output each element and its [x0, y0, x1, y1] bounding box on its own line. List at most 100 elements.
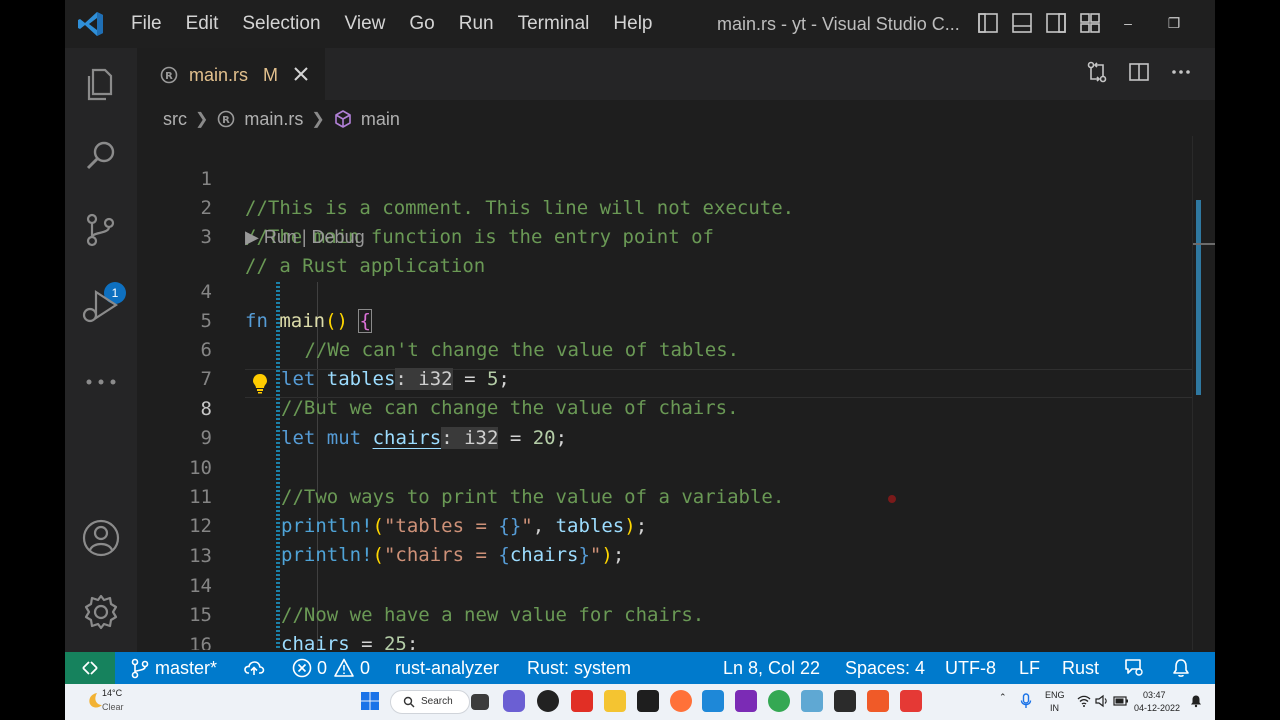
encoding[interactable]: UTF-8 [945, 652, 996, 684]
run-debug-icon[interactable] [79, 284, 123, 328]
firefox-icon[interactable] [670, 690, 692, 712]
menu-run[interactable]: Run [447, 0, 506, 48]
tab-bar: R main.rs M [137, 48, 1215, 101]
explorer-icon[interactable] [79, 62, 123, 106]
error-count[interactable]: 0 [317, 652, 327, 684]
clock-time[interactable]: 03:47 [1143, 690, 1166, 700]
source-control-icon[interactable] [79, 208, 123, 252]
tab-main-rs[interactable]: R main.rs M [137, 48, 325, 101]
git-branch[interactable]: master* [155, 652, 217, 684]
code-line: 1 //This is a comment. This line will no… [137, 136, 1197, 219]
toggle-panel-icon[interactable] [1011, 12, 1033, 34]
accounts-icon[interactable] [79, 516, 123, 560]
code-line: 5 //We can't change the value of tables. [137, 278, 1197, 361]
input-language[interactable]: ENG [1045, 690, 1065, 700]
rust-toolchain[interactable]: Rust: system [527, 652, 631, 684]
file-explorer-icon[interactable] [604, 690, 626, 712]
language-mode[interactable]: Rust [1062, 652, 1099, 684]
more-actions-icon[interactable] [1169, 60, 1193, 84]
menu-file[interactable]: File [119, 0, 174, 48]
minimize-button[interactable]: – [1117, 12, 1139, 34]
search-icon[interactable] [79, 134, 123, 178]
indentation[interactable]: Spaces: 4 [845, 652, 925, 684]
weather-description: Clear [102, 702, 124, 712]
toggle-primary-sidebar-icon[interactable] [977, 12, 999, 34]
window-controls: – ❐ ✕ [1117, 12, 1215, 34]
layout-controls [977, 12, 1101, 34]
activity-bar: 1 [65, 48, 137, 652]
remote-indicator[interactable] [65, 652, 115, 684]
menu-view[interactable]: View [333, 0, 398, 48]
microphone-icon[interactable] [1019, 693, 1033, 709]
notification-center-icon[interactable] [1189, 694, 1203, 708]
end-of-line[interactable]: LF [1019, 652, 1040, 684]
taskbar-search-box[interactable]: Search [390, 690, 470, 714]
close-window-button[interactable]: ✕ [1209, 12, 1215, 34]
notifications-bell-icon[interactable] [1170, 657, 1192, 679]
app-icon-orange[interactable] [867, 690, 889, 712]
breadcrumb-file[interactable]: main.rs [244, 109, 303, 130]
windows-start-icon[interactable] [359, 690, 381, 712]
toggle-secondary-sidebar-icon[interactable] [1045, 12, 1067, 34]
volume-icon[interactable] [1095, 694, 1109, 708]
vscode-logo-icon [78, 12, 103, 36]
menu-edit[interactable]: Edit [174, 0, 231, 48]
more-icon[interactable] [79, 360, 123, 404]
open-changes-icon[interactable] [1085, 60, 1109, 84]
battery-icon[interactable] [1113, 695, 1129, 707]
settings-gear-icon[interactable] [79, 590, 123, 634]
rust-file-icon: R [218, 110, 235, 128]
scrollbar-thumb[interactable] [1196, 200, 1201, 395]
modified-indicator: M [263, 65, 278, 85]
chevron-right-icon: ❯ [195, 111, 209, 128]
customize-layout-icon[interactable] [1079, 12, 1101, 34]
chrome-icon[interactable] [768, 690, 790, 712]
split-editor-icon[interactable] [1127, 60, 1151, 84]
run-debug-codelens[interactable]: ▶ Run | Debug [245, 224, 365, 250]
line-number: 3 [200, 226, 212, 248]
code-line: 14 //Now we have a new value for chairs. [137, 543, 1197, 626]
restore-button[interactable]: ❐ [1163, 12, 1185, 34]
code-line: 7 //But we can change the value of chair… [137, 336, 1197, 419]
menu-terminal[interactable]: Terminal [506, 0, 602, 48]
sync-cloud-icon[interactable] [243, 657, 265, 679]
acrobat-reader-icon[interactable] [571, 690, 593, 712]
close-tab-icon[interactable] [290, 63, 312, 85]
app-icon-purple[interactable] [735, 690, 757, 712]
command-prompt-icon[interactable] [834, 690, 856, 712]
teams-chat-icon[interactable] [503, 690, 525, 712]
breadcrumb-symbol[interactable]: main [361, 109, 400, 130]
overview-ruler-cursor [1193, 243, 1215, 245]
tray-chevron-up-icon[interactable]: ⌃ [999, 692, 1007, 703]
code-line: 15 chairs = 25; [137, 572, 1197, 650]
notepad-icon[interactable] [801, 690, 823, 712]
warning-icon [334, 658, 354, 677]
code-line: 10 //Two ways to print the value of a va… [137, 425, 1197, 508]
code-line: 16 [137, 602, 1197, 650]
rust-analyzer-status[interactable]: rust-analyzer [395, 652, 499, 684]
vscode-taskbar-icon[interactable] [702, 690, 724, 712]
menu-selection[interactable]: Selection [230, 0, 332, 48]
terminal-app-icon[interactable] [637, 690, 659, 712]
code-editor[interactable]: 1 //This is a comment. This line will no… [137, 136, 1197, 650]
media-player-icon[interactable] [537, 690, 559, 712]
window-title: main.rs - yt - Visual Studio C... [717, 14, 960, 34]
weather-temperature: 14°C [102, 688, 123, 698]
code-line: 12 println!("chairs = {chairs}"); [137, 483, 1197, 566]
wifi-icon[interactable] [1077, 694, 1091, 708]
menu-help[interactable]: Help [601, 0, 664, 48]
breadcrumb-folder[interactable]: src [163, 109, 187, 130]
warning-count[interactable]: 0 [360, 652, 370, 684]
clock-date[interactable]: 04-12-2022 [1134, 703, 1180, 713]
cursor-position[interactable]: Ln 8, Col 22 [723, 652, 820, 684]
chevron-right-icon: ❯ [311, 111, 325, 128]
task-view-icon[interactable] [471, 694, 489, 710]
input-region[interactable]: IN [1050, 703, 1059, 713]
menu-go[interactable]: Go [397, 0, 446, 48]
screen-recorder-icon[interactable] [900, 690, 922, 712]
error-icon [292, 658, 312, 678]
windows-taskbar: 14°C Clear Search ⌃ ENG IN 03:47 04-12-2… [65, 684, 1215, 720]
status-bar: master* 0 0 rust-analyzer Rust: system L… [65, 652, 1215, 684]
title-bar: File Edit Selection View Go Run Terminal… [65, 0, 1215, 48]
feedback-icon[interactable] [1123, 657, 1145, 679]
